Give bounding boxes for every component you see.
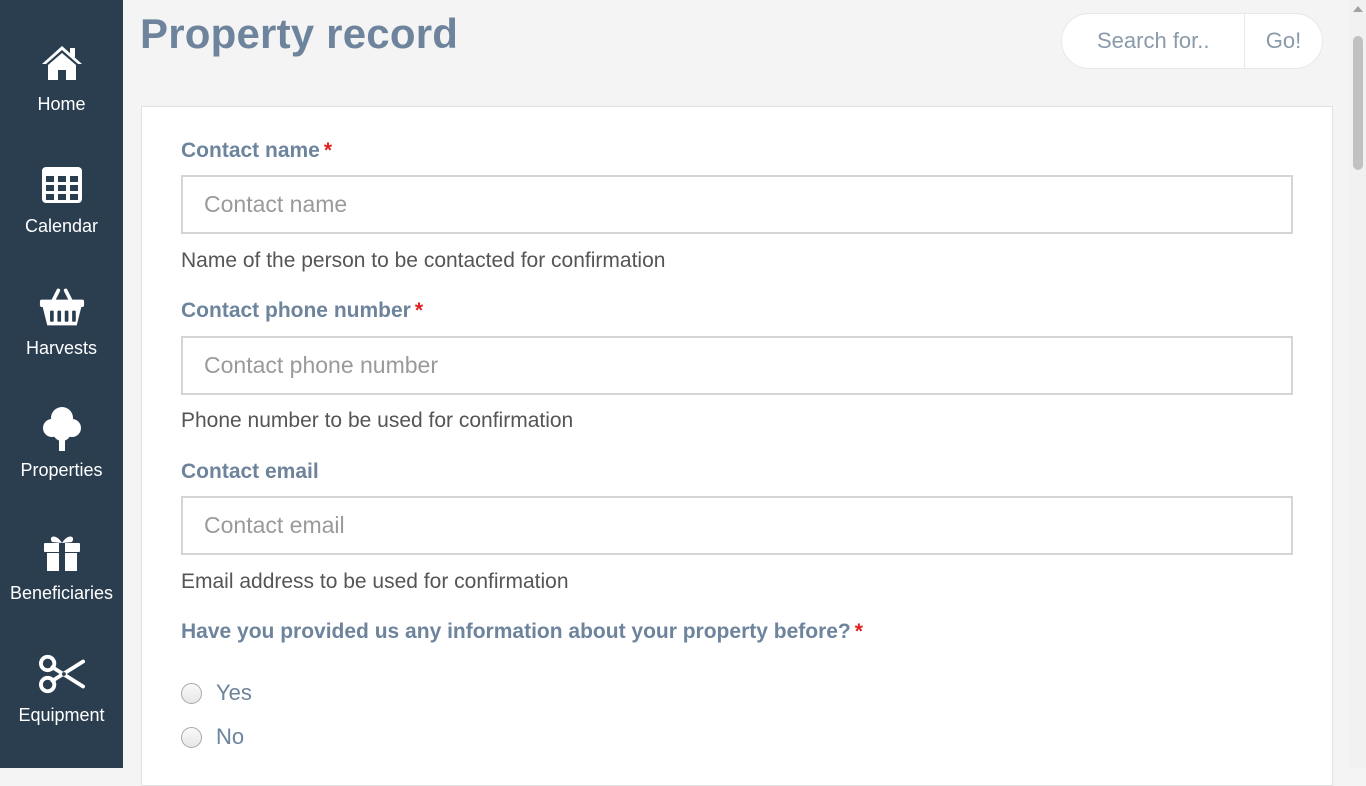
radio-option-yes[interactable]: Yes: [181, 680, 252, 706]
calendar-icon: [39, 162, 85, 208]
scrollbar-thumb[interactable]: [1353, 36, 1363, 170]
page-title: Property record: [140, 10, 459, 57]
radio-option-no[interactable]: No: [181, 724, 244, 750]
gift-icon: [39, 529, 85, 575]
sidebar-item-label: Calendar: [24, 216, 99, 236]
search-go-button[interactable]: Go!: [1244, 14, 1322, 68]
sidebar-item-label: Equipment: [18, 705, 105, 725]
contact-phone-input[interactable]: [181, 336, 1293, 395]
sidebar-item-equipment[interactable]: Equipment: [0, 611, 123, 733]
scissors-icon: [38, 651, 85, 697]
sidebar-item-label: Beneficiaries: [9, 583, 114, 603]
contact-email-label-text: Contact email: [181, 460, 319, 483]
radio-label: Yes: [216, 680, 252, 705]
sidebar-item-home[interactable]: Home: [0, 0, 123, 122]
sidebar-item-properties[interactable]: Properties: [0, 366, 123, 488]
basket-icon: [39, 284, 85, 330]
required-marker: *: [414, 299, 424, 322]
contact-phone-label-text: Contact phone number: [181, 299, 411, 322]
search-input[interactable]: [1062, 14, 1244, 68]
radio-label: No: [216, 724, 245, 749]
home-icon: [39, 40, 85, 86]
search-box: Go!: [1061, 13, 1323, 69]
sidebar-item-label: Harvests: [25, 338, 97, 358]
contact-name-input[interactable]: [181, 175, 1293, 234]
scroll-up-arrow-icon[interactable]: [1353, 6, 1363, 12]
page-scrollbar[interactable]: [1349, 0, 1366, 768]
contact-name-label-text: Contact name: [181, 139, 320, 162]
tree-icon: [39, 406, 85, 452]
contact-phone-help: Phone number to be used for confirmation: [181, 409, 574, 432]
provided-before-label: Have you provided us any information abo…: [181, 620, 863, 644]
required-marker: *: [323, 139, 333, 162]
contact-name-label: Contact name *: [181, 139, 332, 163]
sidebar-item-harvests[interactable]: Harvests: [0, 244, 123, 366]
property-form-panel: Contact name* Name of the person to be c…: [141, 106, 1333, 786]
contact-email-help: Email address to be used for confirmatio…: [181, 570, 569, 593]
sidebar-item-label: Home: [37, 94, 86, 114]
contact-email-input[interactable]: [181, 496, 1293, 555]
sidebar-item-beneficiaries[interactable]: Beneficiaries: [0, 489, 123, 611]
sidebar-item-calendar[interactable]: Calendar: [0, 122, 123, 244]
required-marker: *: [854, 620, 863, 643]
sidebar-item-label: Properties: [20, 460, 103, 480]
contact-email-label: Contact email: [181, 460, 319, 484]
contact-phone-label: Contact phone number *: [181, 299, 423, 323]
sidebar-nav: Home Calendar Harvests Properties Benefi…: [0, 0, 123, 768]
contact-name-help: Name of the person to be contacted for c…: [181, 249, 666, 272]
radio-button[interactable]: [181, 726, 202, 748]
radio-button[interactable]: [181, 682, 202, 704]
provided-before-label-text: Have you provided us any information abo…: [181, 620, 851, 643]
